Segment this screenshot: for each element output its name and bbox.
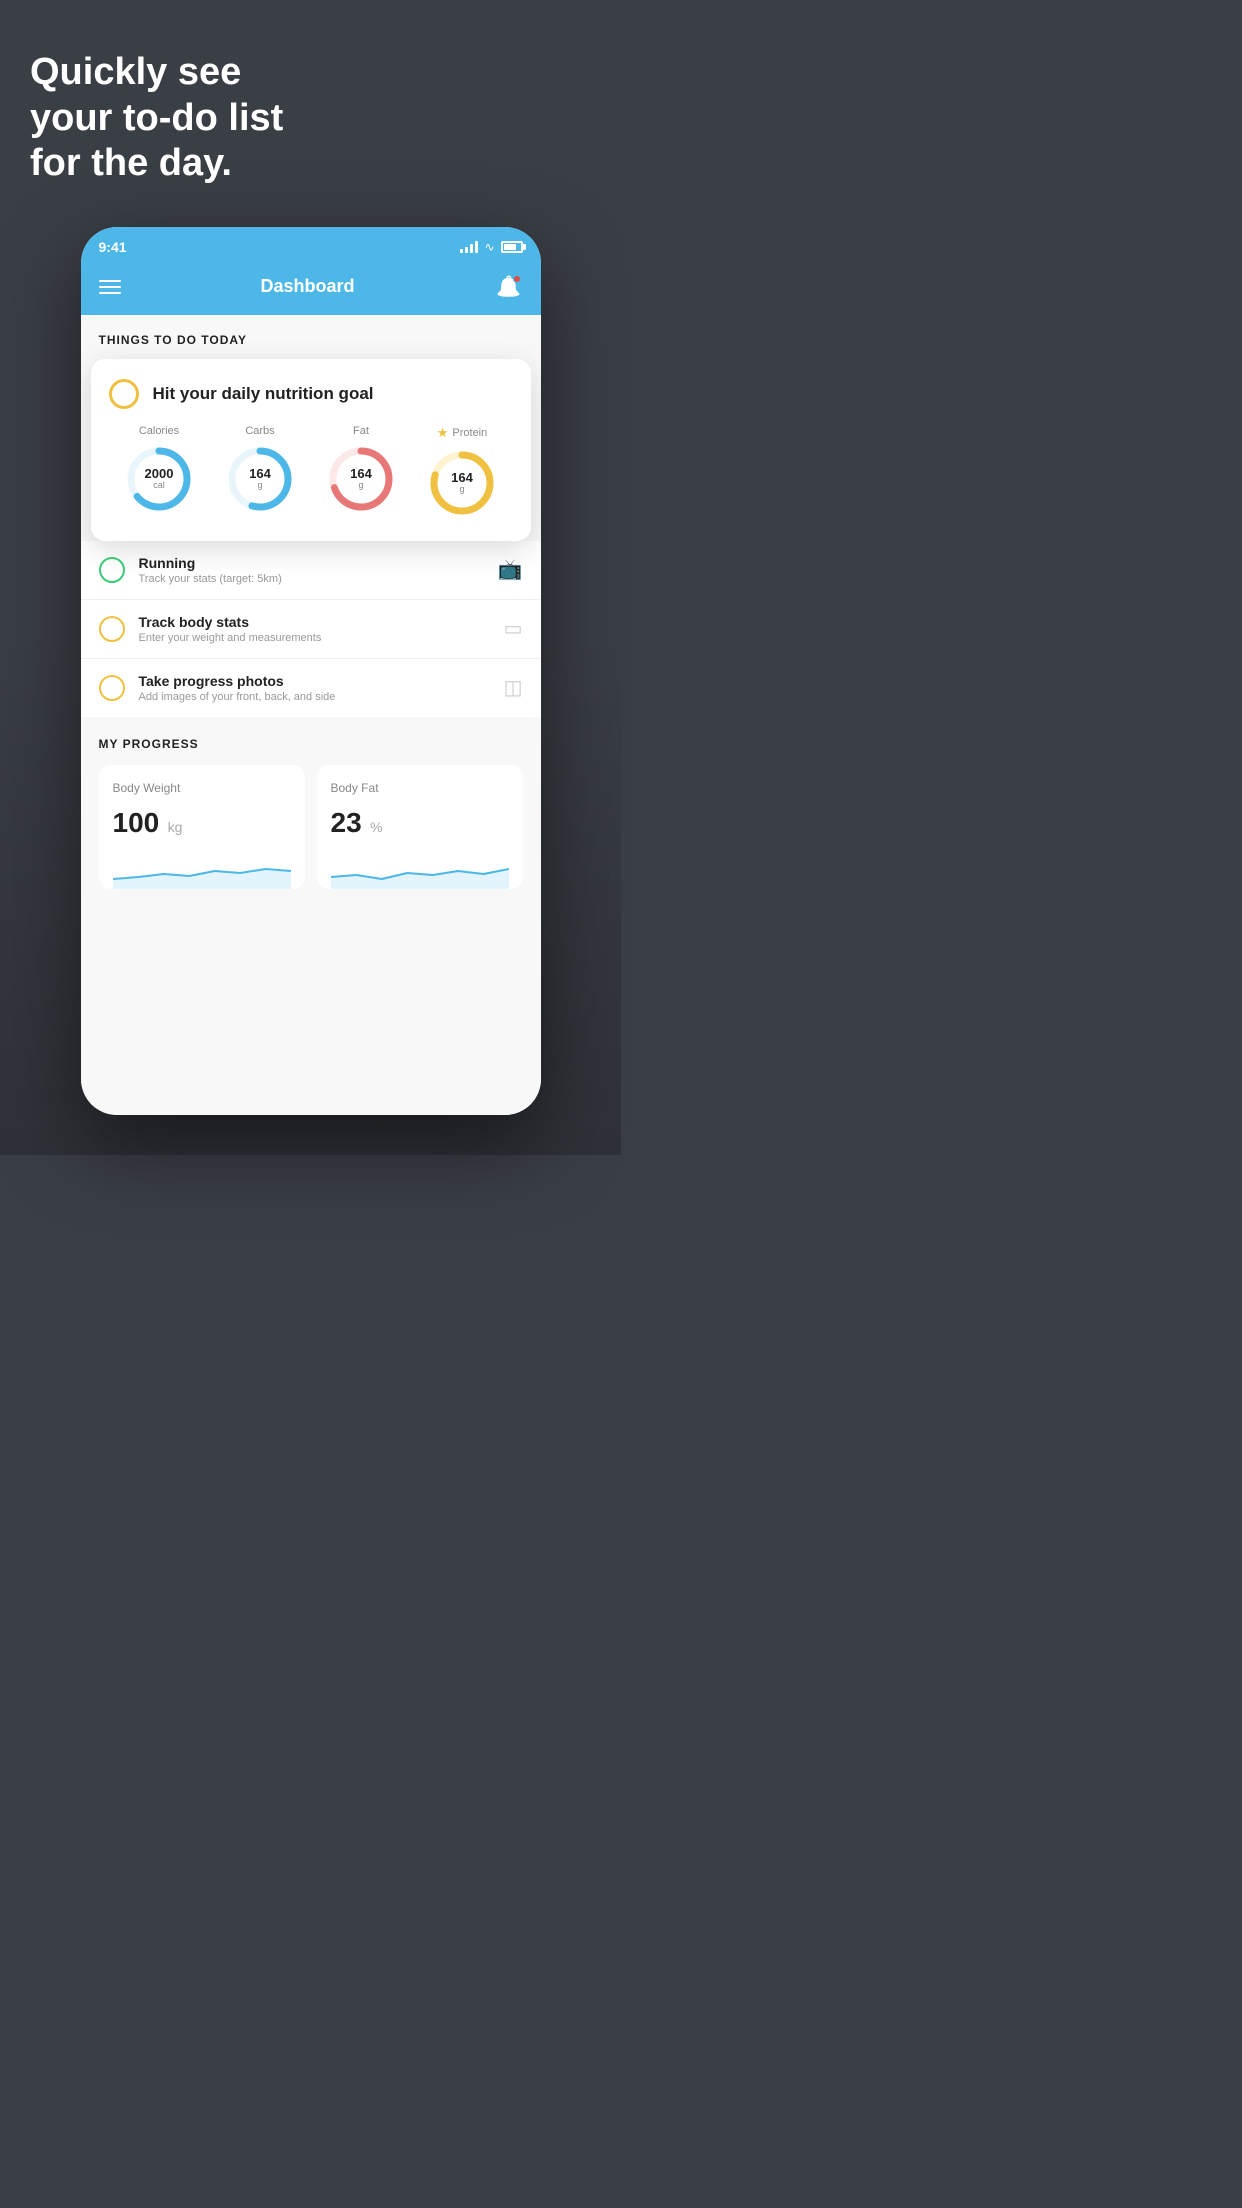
fat-stat: Fat 164 g — [325, 425, 397, 515]
protein-value: 164 — [451, 471, 473, 485]
body-fat-card-title: Body Fat — [331, 781, 509, 795]
body-weight-chart — [113, 849, 291, 889]
body-fat-value-row: 23 % — [331, 807, 509, 839]
fat-value: 164 — [350, 467, 372, 481]
calories-donut: 2000 cal — [123, 443, 195, 515]
todo-list: Running Track your stats (target: 5km) 📺… — [81, 541, 541, 717]
todo-desc-body-stats: Enter your weight and measurements — [139, 632, 490, 644]
todo-desc-photos: Add images of your front, back, and side — [139, 691, 490, 703]
body-fat-card[interactable]: Body Fat 23 % — [317, 765, 523, 889]
todo-item-body-stats[interactable]: Track body stats Enter your weight and m… — [81, 600, 541, 659]
todo-circle-body-stats — [99, 616, 125, 642]
todo-circle-photos — [99, 675, 125, 701]
running-icon: 📺 — [498, 557, 523, 582]
todo-name-photos: Take progress photos — [139, 673, 490, 689]
body-weight-card-title: Body Weight — [113, 781, 291, 795]
protein-stat: ★ Protein 164 g — [426, 425, 498, 519]
progress-section: MY PROGRESS Body Weight 100 kg — [81, 717, 541, 909]
page-headline: Quickly seeyour to-do listfor the day. — [30, 50, 350, 187]
todo-text-body-stats: Track body stats Enter your weight and m… — [139, 614, 490, 644]
body-fat-unit: % — [370, 819, 382, 835]
notifications-button[interactable] — [495, 273, 523, 301]
signal-icon — [460, 241, 478, 253]
status-time: 9:41 — [99, 239, 127, 255]
nutrition-card-title: Hit your daily nutrition goal — [153, 384, 374, 404]
photo-icon: ◫ — [504, 675, 523, 700]
progress-cards: Body Weight 100 kg — [99, 765, 523, 909]
menu-button[interactable] — [99, 280, 121, 294]
carbs-stat: Carbs 164 g — [224, 425, 296, 515]
carbs-donut: 164 g — [224, 443, 296, 515]
nav-title: Dashboard — [260, 276, 354, 297]
calories-unit: cal — [145, 481, 174, 491]
todo-item-running[interactable]: Running Track your stats (target: 5km) 📺 — [81, 541, 541, 600]
battery-icon — [501, 241, 523, 253]
body-weight-value-row: 100 kg — [113, 807, 291, 839]
page-background: Quickly seeyour to-do listfor the day. 9… — [0, 0, 621, 1155]
calories-label: Calories — [139, 425, 179, 437]
app-content: THINGS TO DO TODAY Hit your daily nutrit… — [81, 315, 541, 1115]
body-weight-value: 100 — [113, 807, 160, 838]
fat-label: Fat — [353, 425, 369, 437]
carbs-value: 164 — [249, 467, 271, 481]
wifi-icon: ∿ — [484, 240, 494, 254]
body-fat-value: 23 — [331, 807, 362, 838]
progress-section-title: MY PROGRESS — [99, 737, 523, 751]
protein-donut: 164 g — [426, 447, 498, 519]
todo-item-photos[interactable]: Take progress photos Add images of your … — [81, 659, 541, 717]
phone-mockup: 9:41 ∿ Dashboard — [81, 227, 541, 1115]
status-bar: 9:41 ∿ — [81, 227, 541, 263]
protein-unit: g — [451, 485, 473, 495]
top-nav: Dashboard — [81, 263, 541, 315]
carbs-label: Carbs — [245, 425, 274, 437]
notification-badge — [513, 275, 521, 283]
protein-label: Protein — [452, 427, 487, 439]
body-fat-chart — [331, 849, 509, 889]
status-icons: ∿ — [460, 240, 522, 254]
calories-value: 2000 — [145, 467, 174, 481]
todo-text-running: Running Track your stats (target: 5km) — [139, 555, 484, 585]
fat-unit: g — [350, 481, 372, 491]
todo-desc-running: Track your stats (target: 5km) — [139, 573, 484, 585]
todo-text-photos: Take progress photos Add images of your … — [139, 673, 490, 703]
nutrition-check-circle — [109, 379, 139, 409]
things-to-do-section: THINGS TO DO TODAY — [81, 315, 541, 359]
carbs-unit: g — [249, 481, 271, 491]
fat-donut: 164 g — [325, 443, 397, 515]
body-weight-card[interactable]: Body Weight 100 kg — [99, 765, 305, 889]
things-to-do-title: THINGS TO DO TODAY — [99, 333, 247, 347]
nutrition-card[interactable]: Hit your daily nutrition goal Calories — [91, 359, 531, 541]
scale-icon: ▭ — [504, 616, 523, 641]
nutrition-stats: Calories 2000 cal — [109, 425, 513, 519]
todo-circle-running — [99, 557, 125, 583]
body-weight-unit: kg — [168, 819, 183, 835]
protein-star-icon: ★ — [437, 425, 449, 441]
todo-name-running: Running — [139, 555, 484, 571]
calories-stat: Calories 2000 cal — [123, 425, 195, 515]
todo-name-body-stats: Track body stats — [139, 614, 490, 630]
